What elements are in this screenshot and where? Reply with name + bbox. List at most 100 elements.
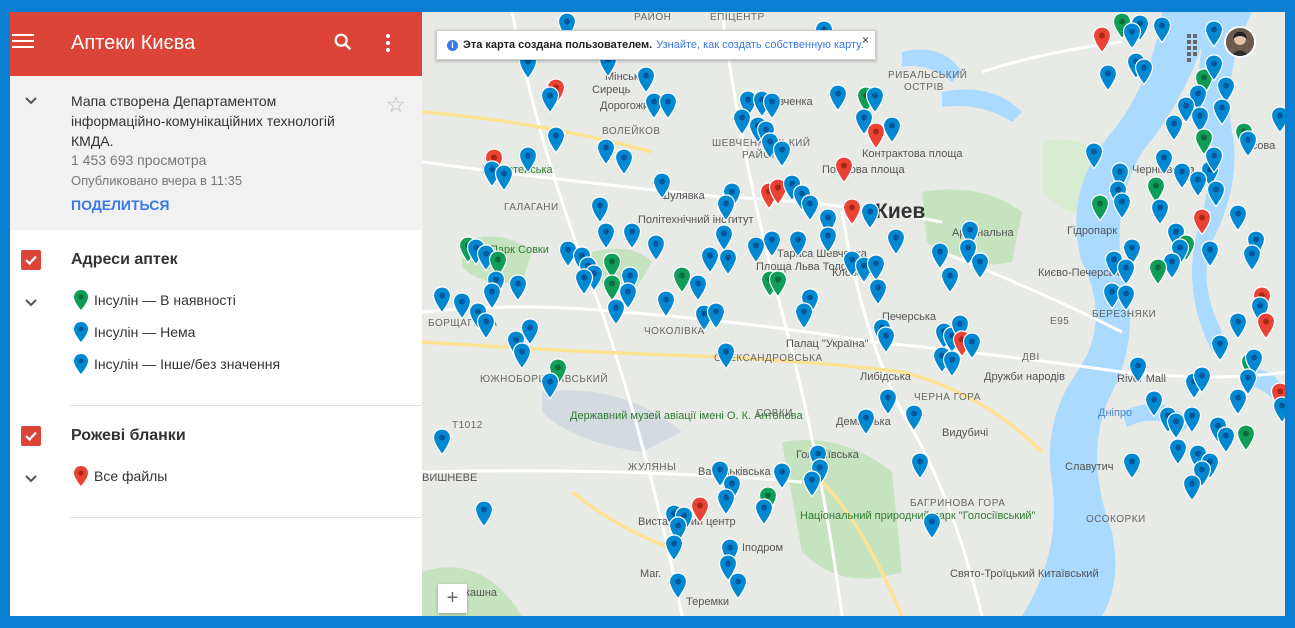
red-map-pin[interactable]: [1256, 312, 1276, 340]
blue-map-pin[interactable]: [590, 196, 610, 224]
blue-map-pin[interactable]: [540, 86, 560, 114]
green-map-pin[interactable]: [768, 270, 788, 298]
blue-map-pin[interactable]: [1238, 130, 1258, 158]
blue-map-pin[interactable]: [1182, 406, 1202, 434]
layer-chevron-icon[interactable]: [24, 472, 38, 486]
blue-map-pin[interactable]: [962, 332, 982, 360]
blue-map-pin[interactable]: [1210, 334, 1230, 362]
blue-map-pin[interactable]: [1204, 20, 1224, 48]
blue-map-pin[interactable]: [716, 488, 736, 516]
blue-map-pin[interactable]: [1228, 388, 1248, 416]
blue-map-pin[interactable]: [546, 126, 566, 154]
blue-map-pin[interactable]: [1112, 192, 1132, 220]
legend-item-insulin-available[interactable]: Інсулін — В наявності: [74, 290, 236, 310]
blue-map-pin[interactable]: [882, 116, 902, 144]
blue-map-pin[interactable]: [664, 534, 684, 562]
blue-map-pin[interactable]: [656, 290, 676, 318]
close-icon[interactable]: ×: [862, 33, 869, 47]
blue-map-pin[interactable]: [706, 302, 726, 330]
blue-map-pin[interactable]: [474, 500, 494, 528]
blue-map-pin[interactable]: [518, 146, 538, 174]
blue-map-pin[interactable]: [1164, 114, 1184, 142]
blue-map-pin[interactable]: [794, 302, 814, 330]
apps-grid-icon[interactable]: [1187, 34, 1203, 62]
blue-map-pin[interactable]: [1168, 438, 1188, 466]
blue-map-pin[interactable]: [802, 470, 822, 498]
red-map-pin[interactable]: [1192, 208, 1212, 236]
blue-map-pin[interactable]: [910, 452, 930, 480]
blue-map-pin[interactable]: [1098, 64, 1118, 92]
collapse-chevron-icon[interactable]: [24, 94, 38, 108]
blue-map-pin[interactable]: [940, 266, 960, 294]
blue-map-pin[interactable]: [1200, 240, 1220, 268]
blue-map-pin[interactable]: [1128, 356, 1148, 384]
blue-map-pin[interactable]: [828, 84, 848, 112]
blue-map-pin[interactable]: [860, 202, 880, 230]
blue-map-pin[interactable]: [700, 246, 720, 274]
blue-map-pin[interactable]: [658, 92, 678, 120]
star-icon[interactable]: ☆: [386, 92, 406, 118]
blue-map-pin[interactable]: [942, 350, 962, 378]
blue-map-pin[interactable]: [1134, 58, 1154, 86]
blue-map-pin[interactable]: [1270, 106, 1285, 134]
blue-map-pin[interactable]: [788, 230, 808, 258]
blue-map-pin[interactable]: [614, 148, 634, 176]
blue-map-pin[interactable]: [508, 274, 528, 302]
blue-map-pin[interactable]: [1152, 16, 1172, 44]
red-map-pin[interactable]: [834, 156, 854, 184]
blue-map-pin[interactable]: [1116, 284, 1136, 312]
blue-map-pin[interactable]: [1188, 170, 1208, 198]
blue-map-pin[interactable]: [1228, 204, 1248, 232]
layer-checkbox-pink-forms[interactable]: [21, 426, 41, 446]
blue-map-pin[interactable]: [1084, 142, 1104, 170]
blue-map-pin[interactable]: [596, 222, 616, 250]
green-map-pin[interactable]: [1148, 258, 1168, 286]
blue-map-pin[interactable]: [772, 140, 792, 168]
blue-map-pin[interactable]: [800, 194, 820, 222]
blue-map-pin[interactable]: [1216, 426, 1236, 454]
learn-more-link[interactable]: Узнайте, как создать собственную карту.: [656, 39, 863, 51]
blue-map-pin[interactable]: [754, 498, 774, 526]
blue-map-pin[interactable]: [876, 326, 896, 354]
green-map-pin[interactable]: [1236, 424, 1256, 452]
blue-map-pin[interactable]: [728, 572, 748, 600]
blue-map-pin[interactable]: [596, 138, 616, 166]
blue-map-pin[interactable]: [1242, 244, 1262, 272]
blue-map-pin[interactable]: [716, 194, 736, 222]
blue-map-pin[interactable]: [688, 274, 708, 302]
legend-item-all-files[interactable]: Все файлы: [74, 466, 167, 486]
blue-map-pin[interactable]: [652, 172, 672, 200]
blue-map-pin[interactable]: [1206, 180, 1226, 208]
red-map-pin[interactable]: [842, 198, 862, 226]
blue-map-pin[interactable]: [622, 222, 642, 250]
blue-map-pin[interactable]: [868, 278, 888, 306]
blue-map-pin[interactable]: [922, 512, 942, 540]
blue-map-pin[interactable]: [668, 572, 688, 600]
blue-map-pin[interactable]: [432, 428, 452, 456]
blue-map-pin[interactable]: [512, 342, 532, 370]
more-vert-icon[interactable]: [382, 34, 394, 56]
map-canvas[interactable]: Киев РАЙОН ЕПІЦЕНТР РИБАЛЬСЬКИЙ ОСТРІВ Сирець…: [422, 12, 1285, 616]
share-button[interactable]: ПОДЕЛИТЬСЯ: [71, 197, 169, 213]
blue-map-pin[interactable]: [574, 268, 594, 296]
legend-item-insulin-none[interactable]: Інсулін — Нема: [74, 322, 195, 342]
blue-map-pin[interactable]: [432, 286, 452, 314]
search-icon[interactable]: [332, 31, 356, 55]
green-map-pin[interactable]: [1090, 194, 1110, 222]
red-map-pin[interactable]: [690, 496, 710, 524]
legend-item-insulin-other[interactable]: Інсулін — Інше/без значення: [74, 354, 280, 374]
blue-map-pin[interactable]: [540, 372, 560, 400]
blue-map-pin[interactable]: [718, 248, 738, 276]
blue-map-pin[interactable]: [1192, 366, 1212, 394]
blue-map-pin[interactable]: [904, 404, 924, 432]
blue-map-pin[interactable]: [762, 230, 782, 258]
zoom-in-button[interactable]: +: [438, 584, 467, 613]
blue-map-pin[interactable]: [1122, 22, 1142, 50]
blue-map-pin[interactable]: [494, 164, 514, 192]
blue-map-pin[interactable]: [878, 388, 898, 416]
red-map-pin[interactable]: [1092, 26, 1112, 54]
layer-chevron-icon[interactable]: [24, 296, 38, 310]
blue-map-pin[interactable]: [886, 228, 906, 256]
blue-map-pin[interactable]: [476, 312, 496, 340]
blue-map-pin[interactable]: [1228, 312, 1248, 340]
